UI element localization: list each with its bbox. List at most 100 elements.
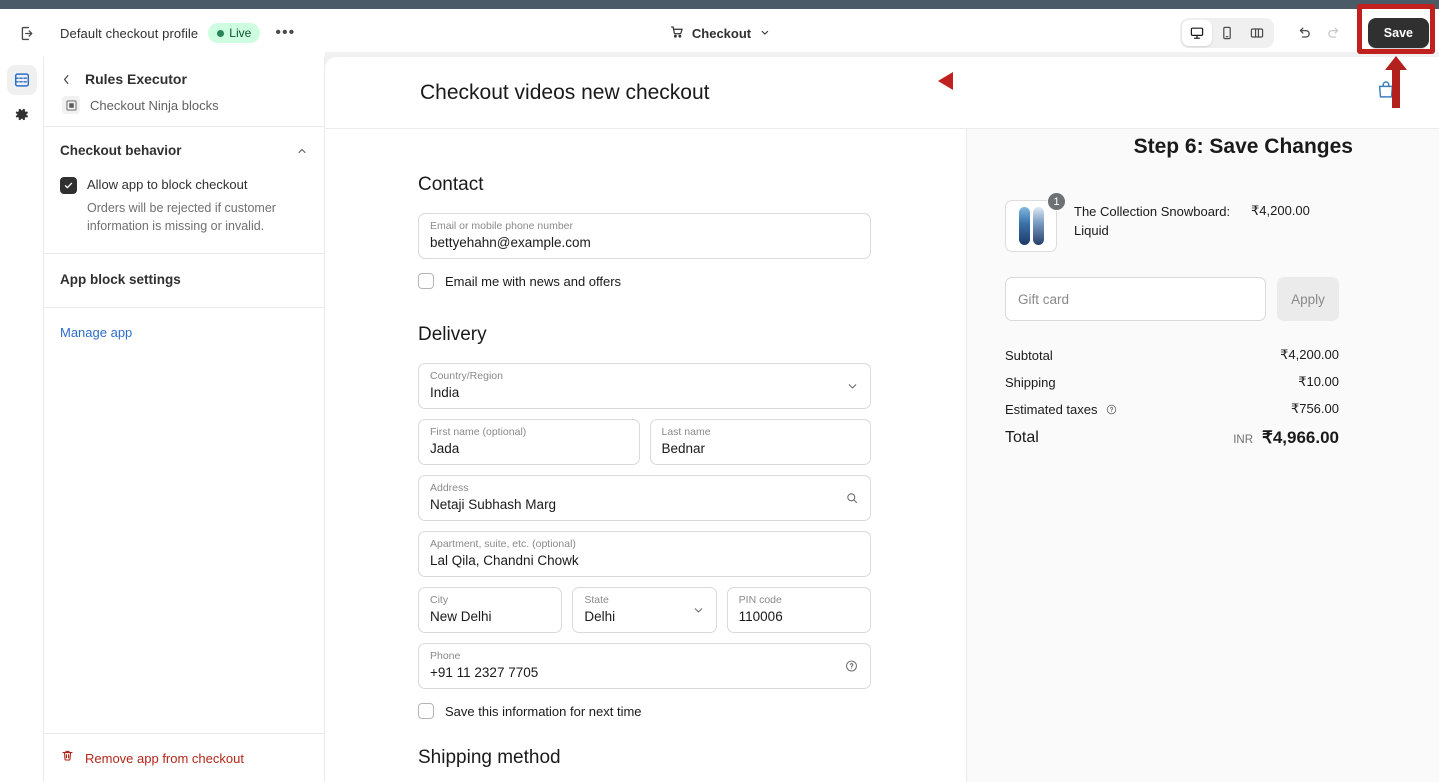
subtotal-value: ₹4,200.00 <box>1280 347 1339 363</box>
apply-button[interactable]: Apply <box>1277 277 1339 321</box>
topbar-actions: Save <box>1180 18 1429 48</box>
allow-block-checkout-checkbox[interactable] <box>60 177 77 194</box>
split-view-icon[interactable] <box>1242 20 1272 46</box>
help-circle-icon[interactable] <box>844 659 859 674</box>
totals-row: Estimated taxes ₹756.00 <box>1005 401 1339 417</box>
chevron-up-icon[interactable] <box>296 145 308 157</box>
gift-card-input[interactable]: Gift card <box>1005 277 1266 321</box>
email-field[interactable]: Email or mobile phone number bettyehahn@… <box>418 213 871 259</box>
first-name-field[interactable]: First name (optional) Jada <box>418 419 640 465</box>
mobile-icon[interactable] <box>1212 20 1242 46</box>
remove-app-button[interactable]: Remove app from checkout <box>44 733 324 782</box>
city-label: City <box>430 594 550 607</box>
allow-block-checkout-row: Allow app to block checkout Orders will … <box>60 176 308 235</box>
app-root: Default checkout profile Live ••• Checko… <box>0 0 1439 782</box>
checkout-page-selector[interactable]: Checkout <box>661 20 778 46</box>
gift-card-row: Gift card Apply <box>1005 277 1339 321</box>
product-name: The Collection Snowboard: Liquid <box>1074 200 1234 241</box>
undo-icon[interactable] <box>1290 19 1318 47</box>
state-select[interactable]: State Delhi <box>572 587 716 633</box>
address-row: Address Netaji Subhash Marg <box>418 475 871 521</box>
icon-rail <box>0 57 44 782</box>
snowboard-image-left <box>1019 207 1030 245</box>
step-annotation: Step 6: Save Changes <box>1134 135 1353 159</box>
shop-title: Checkout videos new checkout <box>420 81 710 105</box>
phone-field[interactable]: Phone +91 11 2327 7705 <box>418 643 871 689</box>
allow-block-checkout-help: Orders will be rejected if customer info… <box>87 199 292 235</box>
city-state-pin-row: City New Delhi State Delhi PIN code <box>418 587 871 633</box>
panel-header: Rules Executor Checkout Ninja blocks <box>44 57 324 127</box>
newsletter-row: Email me with news and offers <box>418 273 871 289</box>
address-value: Netaji Subhash Marg <box>430 495 859 514</box>
exit-icon[interactable] <box>12 18 42 48</box>
checkout-page-label: Checkout <box>692 26 751 41</box>
state-label: State <box>584 594 704 607</box>
sections-icon[interactable] <box>7 65 37 95</box>
newsletter-label: Email me with news and offers <box>445 274 621 289</box>
last-name-field[interactable]: Last name Bednar <box>650 419 872 465</box>
shipping-label: Shipping <box>1005 375 1056 390</box>
top-bar: Default checkout profile Live ••• Checko… <box>0 9 1439 57</box>
manage-app-section: Manage app <box>44 308 324 358</box>
address-field[interactable]: Address Netaji Subhash Marg <box>418 475 871 521</box>
phone-label: Phone <box>430 650 859 663</box>
checkout-preview-body: Contact Email or mobile phone number bet… <box>325 129 1439 782</box>
checkout-preview-header: Checkout videos new checkout <box>325 57 1439 129</box>
delivery-section-title: Delivery <box>418 324 871 346</box>
chevron-left-icon[interactable] <box>60 73 73 86</box>
chevron-down-icon <box>692 604 705 617</box>
search-icon[interactable] <box>845 491 859 505</box>
desktop-icon[interactable] <box>1182 20 1212 46</box>
pin-code-label: PIN code <box>739 594 859 607</box>
manage-app-link[interactable]: Manage app <box>60 325 132 340</box>
live-dot <box>217 30 224 37</box>
phone-row: Phone +91 11 2327 7705 <box>418 643 871 689</box>
chevron-down-icon <box>846 380 859 393</box>
pin-code-value: 110006 <box>739 607 859 626</box>
panel-spacer <box>44 358 324 733</box>
red-arrow-to-save <box>1384 56 1408 108</box>
apartment-row: Apartment, suite, etc. (optional) Lal Qi… <box>418 531 871 577</box>
status-badge: Live <box>208 23 260 43</box>
city-field[interactable]: City New Delhi <box>418 587 562 633</box>
more-options-button[interactable]: ••• <box>272 20 298 46</box>
address-label: Address <box>430 482 859 495</box>
browser-chrome-strip <box>0 0 1439 9</box>
newsletter-checkbox[interactable] <box>418 273 434 289</box>
red-triangle-marker <box>938 72 953 90</box>
status-badge-label: Live <box>229 26 251 40</box>
checkout-form: Contact Email or mobile phone number bet… <box>325 129 966 782</box>
first-name-value: Jada <box>430 439 628 458</box>
apartment-label: Apartment, suite, etc. (optional) <box>430 538 859 551</box>
total-value: ₹4,966.00 <box>1262 428 1339 448</box>
email-field-value: bettyehahn@example.com <box>430 233 859 252</box>
quantity-badge: 1 <box>1047 192 1066 211</box>
profile-name: Default checkout profile <box>60 26 198 41</box>
save-info-row: Save this information for next time <box>418 703 871 719</box>
last-name-value: Bednar <box>662 439 860 458</box>
panel-subtitle: Checkout Ninja blocks <box>90 98 219 113</box>
save-button[interactable]: Save <box>1368 18 1429 48</box>
product-thumbnail-wrap: 1 <box>1005 200 1057 252</box>
app-settings-panel: Rules Executor Checkout Ninja blocks Che… <box>44 57 325 782</box>
device-preview-switcher <box>1180 18 1274 48</box>
checkout-behavior-section: Checkout behavior Allow app to block che… <box>44 127 324 254</box>
state-value: Delhi <box>584 607 704 626</box>
pin-code-field[interactable]: PIN code 110006 <box>727 587 871 633</box>
chevron-down-icon <box>759 26 770 41</box>
help-circle-icon[interactable] <box>1105 403 1118 416</box>
apartment-field[interactable]: Apartment, suite, etc. (optional) Lal Qi… <box>418 531 871 577</box>
gear-icon[interactable] <box>7 99 37 129</box>
save-info-checkbox[interactable] <box>418 703 434 719</box>
order-summary: Step 6: Save Changes 1 The Collection Sn… <box>966 129 1439 782</box>
checkout-behavior-header[interactable]: Checkout behavior <box>60 143 308 158</box>
checkout-behavior-title: Checkout behavior <box>60 143 182 158</box>
city-value: New Delhi <box>430 607 550 626</box>
total-currency: INR <box>1233 434 1253 446</box>
country-label: Country/Region <box>430 370 859 383</box>
product-price: ₹4,200.00 <box>1251 200 1310 219</box>
name-row: First name (optional) Jada Last name Bed… <box>418 419 871 465</box>
country-select[interactable]: Country/Region India <box>418 363 871 409</box>
allow-block-checkout-label: Allow app to block checkout <box>87 176 292 194</box>
first-name-label: First name (optional) <box>430 426 628 439</box>
